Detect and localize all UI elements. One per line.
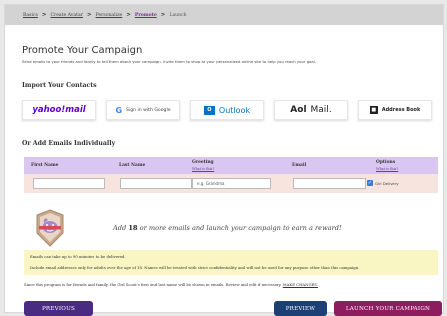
- column-email: Email: [292, 163, 307, 168]
- aol-logo: Aol: [290, 105, 307, 115]
- notice-age-policy: Include email addresses only for adults …: [30, 265, 360, 270]
- reward-message: Add 18 or more emails and launch your ca…: [113, 224, 342, 232]
- google-signin-label: Sign in with Google: [126, 107, 171, 113]
- gift-delivery-label: Girl Delivery: [375, 180, 399, 186]
- gift-delivery-option[interactable]: ✓ Girl Delivery: [367, 180, 399, 186]
- outlook-icon: O: [203, 105, 215, 115]
- column-options: Options: [376, 160, 396, 165]
- email-entry-row: e.g. Grandma ✓ Girl Delivery: [24, 174, 438, 193]
- email-grid-header: First Name Last Name Greeting What is th…: [24, 157, 438, 174]
- breadcrumb-promote[interactable]: Promote: [135, 13, 157, 18]
- launch-campaign-button[interactable]: LAUNCH YOUR CAMPAIGN: [334, 301, 442, 316]
- breadcrumb: Basics > Create Avatar > Personalize > P…: [5, 5, 443, 25]
- notice-delivery-time: Emails can take up to 90 minutes to be d…: [30, 254, 126, 259]
- email-input[interactable]: [293, 178, 366, 189]
- breadcrumb-separator: >: [86, 12, 92, 18]
- breadcrumb-create-avatar[interactable]: Create Avatar: [50, 13, 82, 18]
- first-name-input[interactable]: [33, 178, 105, 189]
- greeting-input[interactable]: e.g. Grandma: [192, 178, 271, 189]
- options-help-link[interactable]: What is this?: [376, 167, 398, 171]
- address-book-label: Address Book: [381, 107, 421, 113]
- google-icon: G: [115, 105, 123, 115]
- aol-mail-button[interactable]: Aol Mail.: [274, 100, 348, 120]
- page-title: Promote Your Campaign: [22, 45, 143, 56]
- reward-prefix: Add: [113, 224, 127, 232]
- reward-suffix: or more emails and launch your campaign …: [139, 224, 342, 232]
- outlook-label: Outlook: [218, 105, 251, 115]
- google-signin-button[interactable]: G Sign in with Google: [106, 100, 180, 120]
- reward-count: 18: [128, 224, 138, 232]
- last-name-input[interactable]: [120, 178, 192, 189]
- breadcrumb-separator: >: [41, 12, 47, 18]
- outlook-button[interactable]: O Outlook: [190, 100, 264, 120]
- column-greeting: Greeting: [192, 160, 214, 165]
- reward-badge-icon: [36, 209, 64, 247]
- yahoo-mail-logo: yahoo!mail: [32, 105, 86, 115]
- promote-page: Basics > Create Avatar > Personalize > P…: [4, 4, 444, 316]
- breadcrumb-launch: Launch: [169, 12, 187, 18]
- breadcrumb-separator: >: [126, 12, 131, 18]
- delivery-notice: Emails can take up to 90 minutes to be d…: [24, 250, 438, 275]
- add-emails-heading: Or Add Emails Individually: [22, 140, 116, 147]
- address-book-icon: ■: [369, 106, 378, 114]
- preview-button[interactable]: PREVIEW: [274, 301, 327, 316]
- page-subtitle: Send emails to your friends and family t…: [22, 59, 316, 64]
- checkbox-checked-icon[interactable]: ✓: [367, 180, 373, 186]
- breadcrumb-basics[interactable]: Basics: [23, 13, 38, 18]
- breadcrumb-personalize[interactable]: Personalize: [96, 13, 123, 18]
- yahoo-mail-button[interactable]: yahoo!mail: [22, 100, 96, 120]
- name-sharing-text: Since this program is for friends and fa…: [24, 282, 282, 287]
- column-first-name: First Name: [31, 163, 59, 168]
- previous-button[interactable]: PREVIOUS: [24, 301, 93, 316]
- make-changes-link[interactable]: MAKE CHANGES.: [283, 282, 318, 287]
- address-book-button[interactable]: ■ Address Book: [358, 100, 432, 120]
- aol-mail-label: Mail.: [310, 105, 332, 115]
- greeting-help-link[interactable]: What is this?: [192, 167, 214, 171]
- column-last-name: Last Name: [119, 163, 146, 168]
- name-sharing-note: Since this program is for friends and fa…: [24, 282, 318, 287]
- import-contacts-heading: Import Your Contacts: [22, 82, 97, 89]
- breadcrumb-separator: >: [160, 12, 166, 18]
